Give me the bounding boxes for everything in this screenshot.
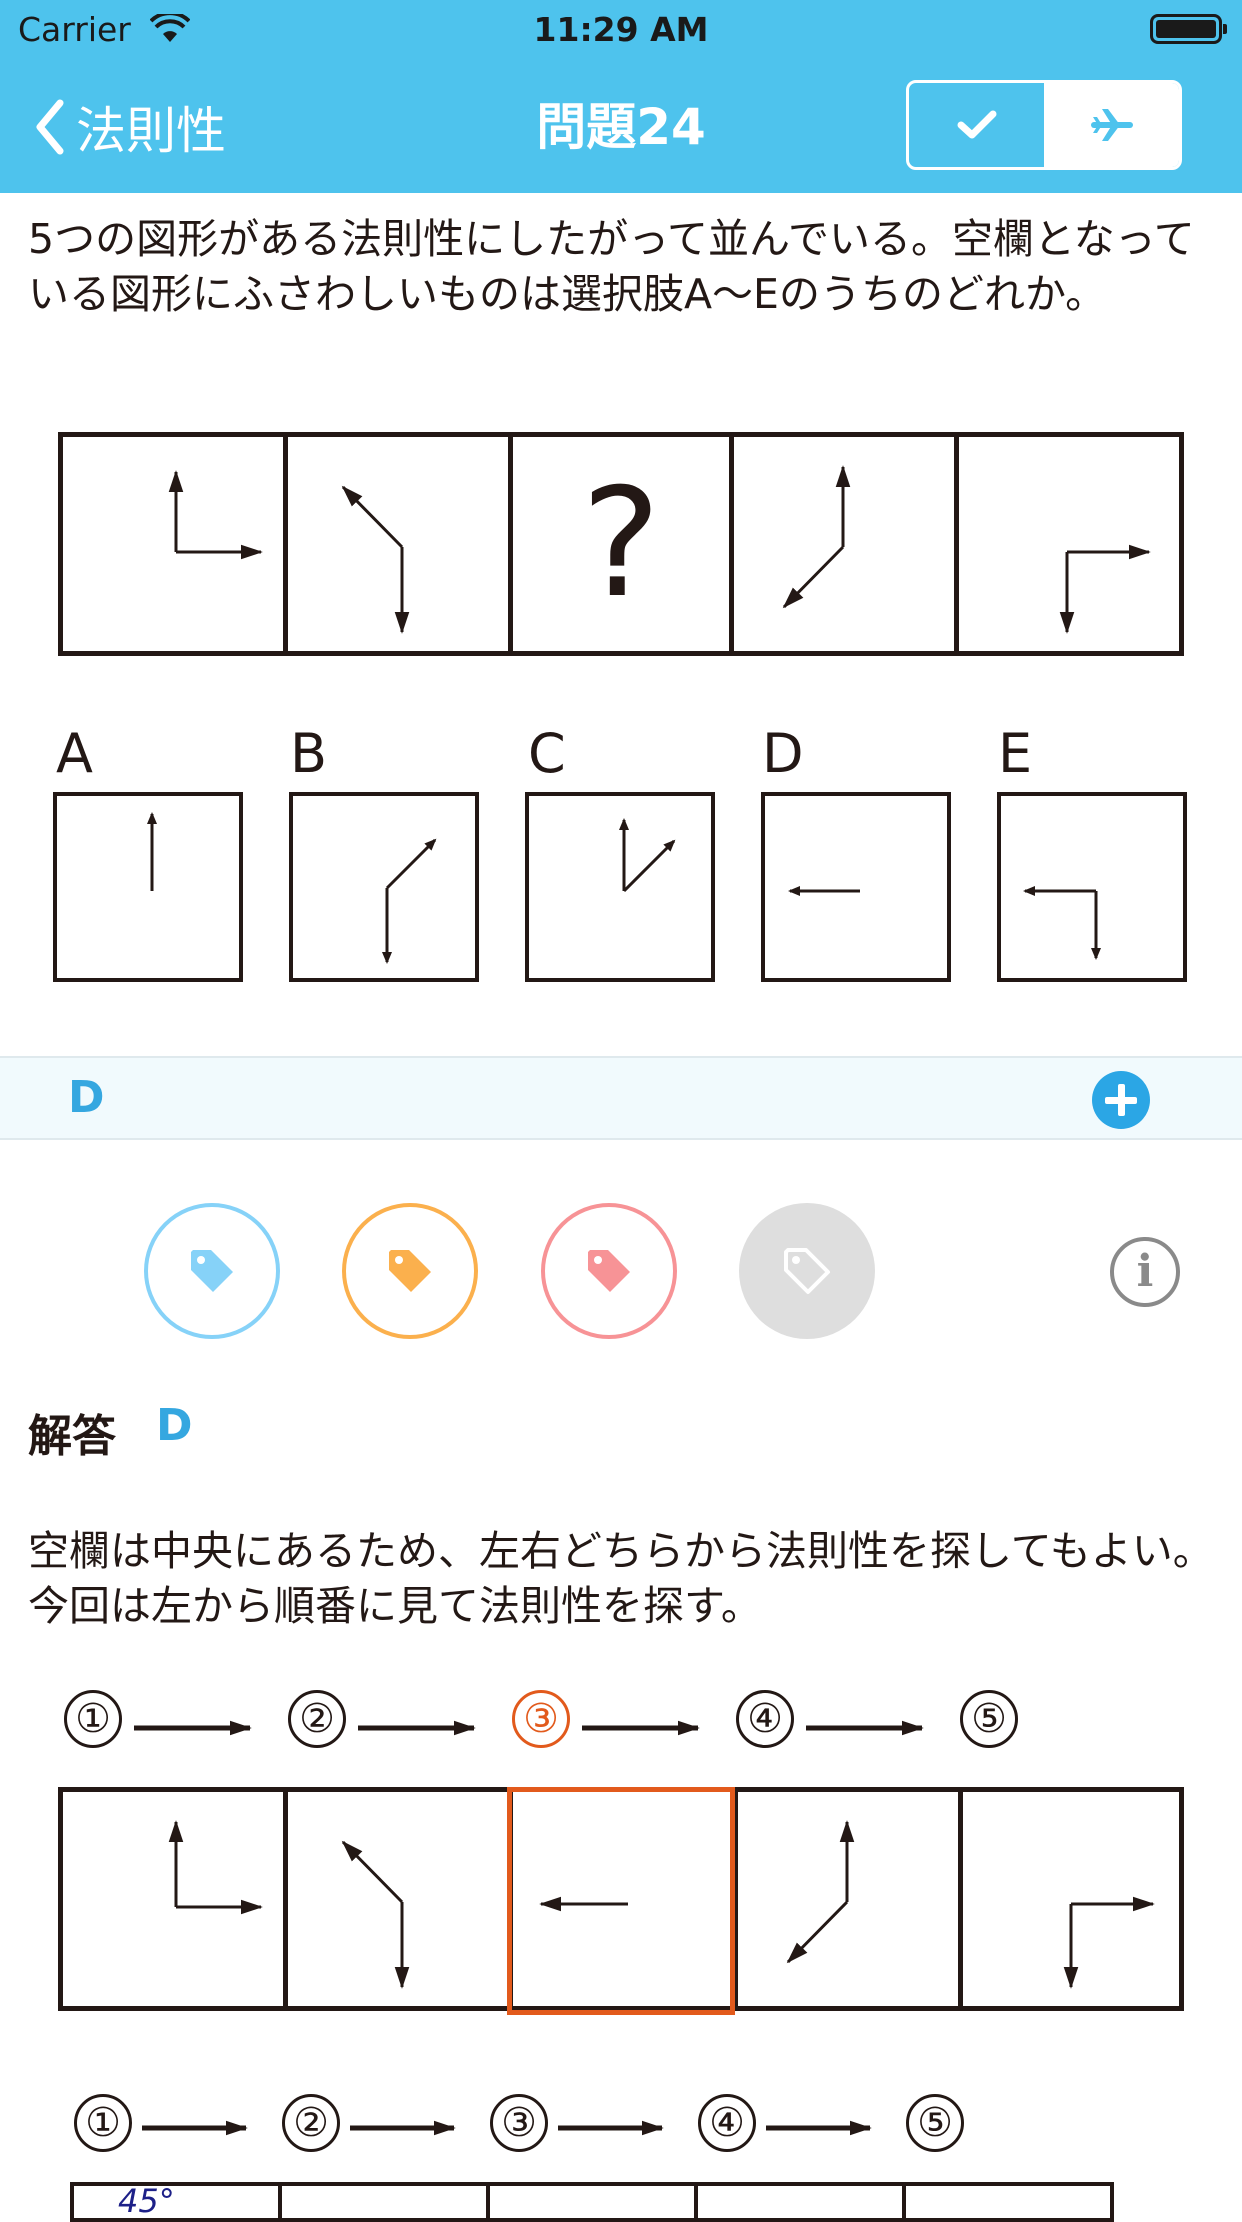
step-arrows	[142, 2120, 872, 2136]
figure-cell-2	[282, 2186, 490, 2218]
arrow-diagram	[1023, 886, 1101, 960]
figure-cell-4	[734, 437, 959, 651]
figure-cell-5	[959, 437, 1179, 651]
tag-button-red[interactable]	[541, 1203, 677, 1339]
figure-cell-4	[698, 2186, 906, 2218]
figure-cell-1	[63, 1792, 288, 2006]
figure-cell-5	[906, 2186, 1110, 2218]
tag-button-blue[interactable]	[144, 1203, 280, 1339]
arrow-diagram	[1059, 544, 1151, 634]
tag-icon-orange	[389, 1250, 431, 1292]
tag-icon-gray	[784, 1248, 830, 1294]
battery-icon	[1150, 14, 1227, 44]
option-e[interactable]	[997, 792, 1187, 982]
arrow-diagram	[786, 1820, 855, 1964]
option-label-a: A	[56, 722, 93, 785]
figure-cell-1	[63, 437, 288, 651]
figure-cell-4	[738, 1792, 963, 2006]
tag-button-orange[interactable]	[342, 1203, 478, 1339]
arrow-diagram	[788, 886, 860, 896]
arrow-diagram	[147, 812, 157, 891]
option-c[interactable]	[525, 792, 715, 982]
rotation-figure-strip: 45°	[70, 2182, 1114, 2222]
highlighted-answer-frame	[507, 1787, 735, 2015]
question-mark: ?	[581, 457, 661, 631]
option-label-e: E	[998, 722, 1033, 785]
question-figure-strip: ?	[58, 432, 1184, 656]
figure-cell-1: 45°	[74, 2182, 282, 2220]
figure-cell-3-blank: ?	[513, 437, 734, 651]
angle-label: 45°	[118, 2182, 175, 2220]
arrow-diagram	[341, 485, 410, 634]
arrow-diagram	[619, 818, 676, 893]
figure-cell-5	[963, 1792, 1183, 2006]
airplane-icon	[1090, 109, 1133, 141]
solution-value: D	[156, 1400, 193, 1451]
option-b[interactable]	[289, 792, 479, 982]
arrow-diagram	[168, 470, 263, 560]
option-label-c: C	[528, 722, 566, 785]
option-label-b: B	[290, 722, 328, 785]
selected-answer: D	[68, 1072, 105, 1123]
arrow-diagram	[782, 465, 851, 609]
arrow-diagram	[168, 1820, 263, 1915]
arrow-diagram	[341, 1840, 410, 1989]
step-sequence-2: ① ② ③ ④ ⑤	[0, 2094, 1242, 2174]
step-arrows	[134, 1720, 924, 1736]
check-mode-segment[interactable]	[909, 83, 1044, 167]
flight-mode-segment[interactable]	[1044, 83, 1179, 167]
option-a[interactable]	[53, 792, 243, 982]
add-note-button[interactable]	[1092, 1071, 1150, 1129]
option-d[interactable]	[761, 792, 951, 982]
explanation-text: 空欄は中央にあるため、左右どちらから法則性を探してもよい。今回は左から順番に見て…	[28, 1527, 1214, 1630]
mode-segmented-control[interactable]	[906, 80, 1182, 170]
question-text: 5つの図形がある法則性にしたがって並んでいる。空欄となっている図形にふさわしいも…	[28, 215, 1195, 318]
status-time: 11:29 AM	[533, 10, 709, 49]
tag-button-gray[interactable]	[739, 1203, 875, 1339]
selected-answer-bar: D	[0, 1056, 1242, 1140]
figure-cell-2	[288, 1792, 513, 2006]
checkmark-icon	[957, 110, 996, 139]
arrow-diagram	[382, 838, 437, 964]
solution-label: 解答	[28, 1411, 116, 1462]
arrow-diagram	[1063, 1896, 1155, 1989]
figure-cell-2	[288, 437, 513, 651]
option-label-d: D	[762, 722, 804, 785]
step-sequence-1: ① ② ③ ④ ⑤	[0, 1690, 1242, 1770]
info-icon[interactable]: i	[1110, 1237, 1180, 1307]
tag-icon-red	[588, 1250, 630, 1292]
figure-cell-3	[490, 2186, 698, 2218]
tag-icon-blue	[191, 1250, 233, 1292]
